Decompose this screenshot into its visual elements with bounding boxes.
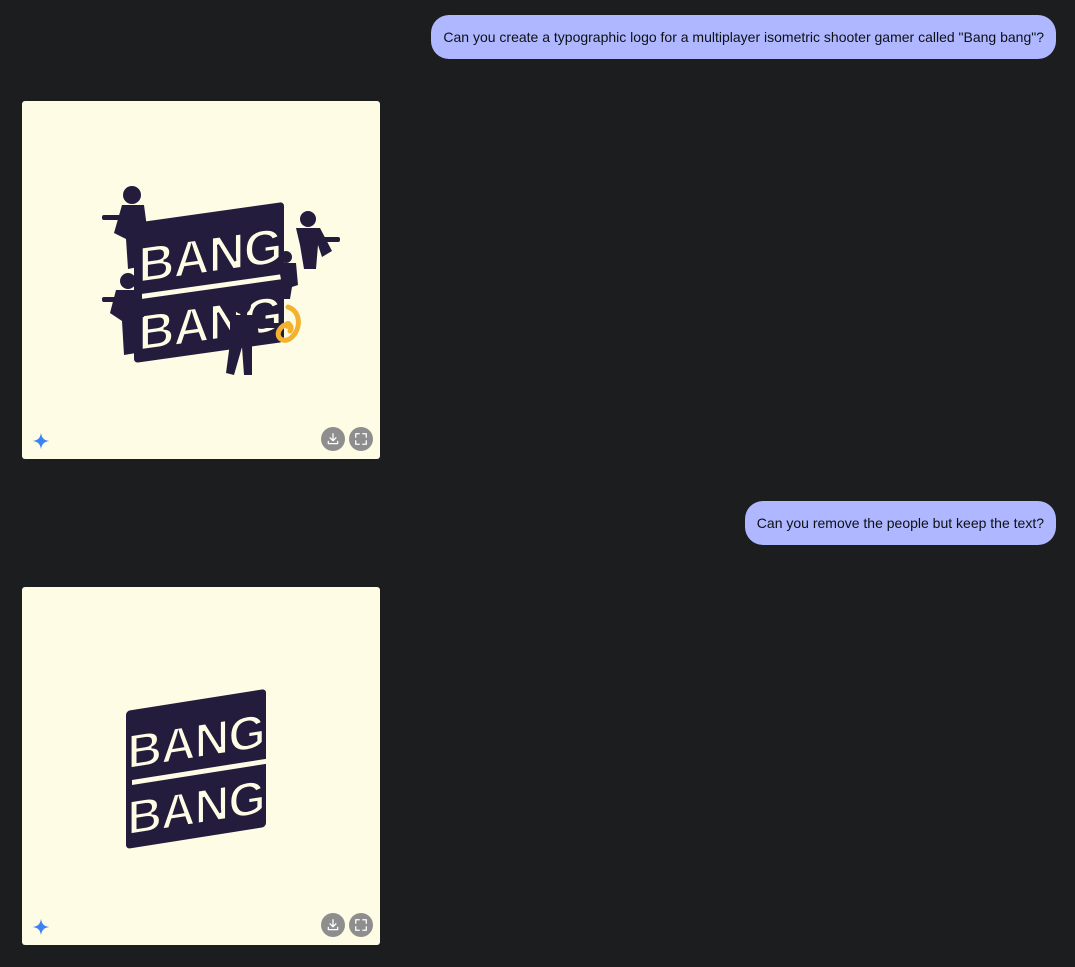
image-actions <box>321 913 373 937</box>
sparkle-icon <box>32 918 50 936</box>
user-message-2: Can you remove the people but keep the t… <box>744 501 1056 545</box>
chat-transcript: Can you create a typographic logo for a … <box>0 0 1075 967</box>
download-icon <box>327 433 339 445</box>
logo-text-group: BANG BANG <box>134 202 284 363</box>
download-button[interactable] <box>321 913 345 937</box>
logo-text-group: BANG BANG <box>126 689 266 849</box>
fullscreen-icon <box>355 919 367 931</box>
image-actions <box>321 427 373 451</box>
download-button[interactable] <box>321 427 345 451</box>
fullscreen-button[interactable] <box>349 427 373 451</box>
generated-image-card-2[interactable]: BANG BANG <box>22 587 380 945</box>
fullscreen-icon <box>355 433 367 445</box>
generated-image-card-1[interactable]: BANG BANG <box>22 101 380 459</box>
character-soldier-right-top <box>296 211 340 269</box>
generated-logo-image-2: BANG BANG <box>126 689 266 849</box>
user-message-text: Can you create a typographic logo for a … <box>443 29 1044 45</box>
fullscreen-button[interactable] <box>349 913 373 937</box>
generated-logo-image-1: BANG BANG <box>102 186 340 375</box>
sparkle-icon <box>32 432 50 450</box>
download-icon <box>327 919 339 931</box>
user-message-1: Can you create a typographic logo for a … <box>431 15 1056 59</box>
user-message-text: Can you remove the people but keep the t… <box>756 515 1044 531</box>
